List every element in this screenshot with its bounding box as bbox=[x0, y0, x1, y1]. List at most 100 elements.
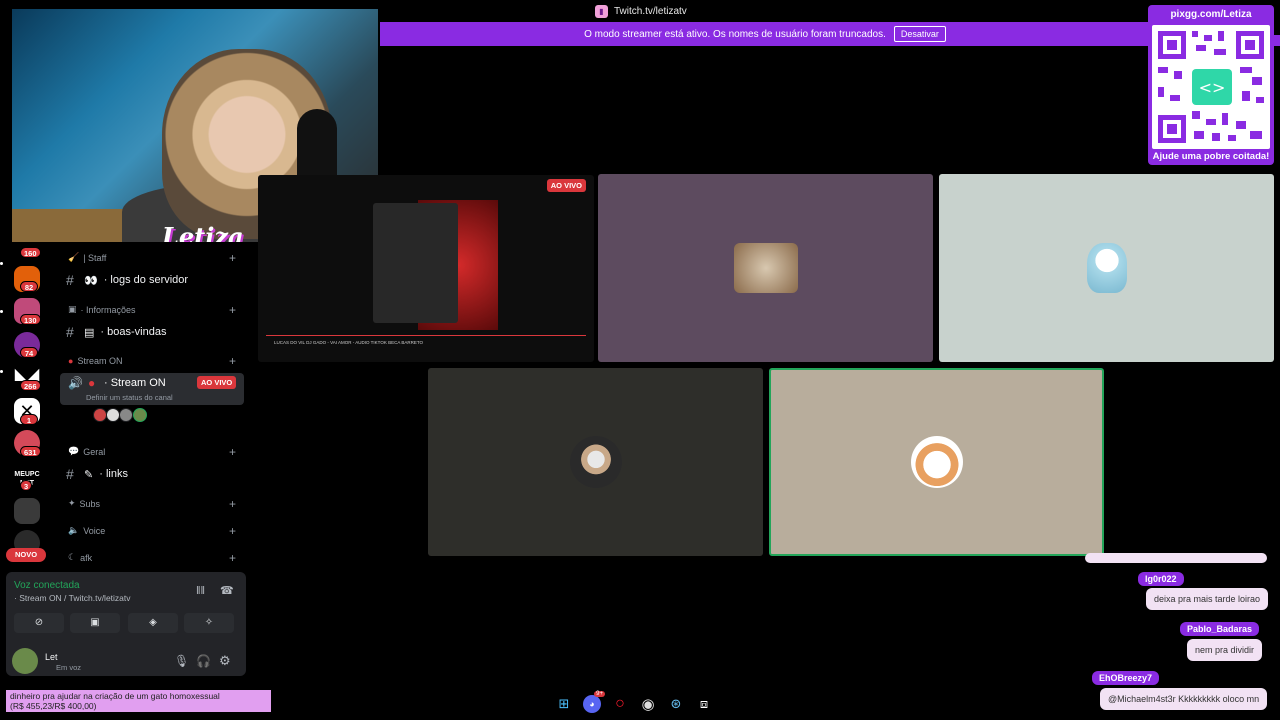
username: Let bbox=[45, 652, 58, 662]
chat-message: @Michaelm4st3r Kkkkkkkkk oloco mn bbox=[1100, 688, 1268, 710]
qr-code: <> bbox=[1152, 25, 1270, 149]
add-channel-icon[interactable]: + bbox=[229, 497, 236, 511]
chat-username: lg0r022 bbox=[1138, 572, 1184, 586]
windows-icon[interactable]: ⊞ bbox=[555, 695, 573, 713]
letiza-logo: Letiza bbox=[162, 222, 244, 242]
steam-icon[interactable]: ⊛ bbox=[667, 695, 685, 713]
video-title: LUCAS DO VIL DJ GADO - VAI AMOR - AUDIO … bbox=[274, 340, 424, 345]
add-channel-icon[interactable]: + bbox=[229, 303, 236, 317]
info-icon: ▣ bbox=[68, 304, 77, 314]
chat-message: deixa pra mais tarde loirao bbox=[1146, 588, 1269, 610]
obs-icon[interactable]: ◉ bbox=[639, 695, 657, 713]
voice-connected-status[interactable]: Voz conectada bbox=[14, 580, 80, 591]
qr-title: pixgg.com/Letiza bbox=[1170, 9, 1252, 20]
server-badge: 82 bbox=[20, 281, 38, 292]
broom-icon: 🧹 bbox=[68, 252, 80, 262]
live-badge: AO VIVO bbox=[197, 376, 237, 389]
chat-username: EhOBreezy7 bbox=[1092, 671, 1160, 685]
headphones-icon[interactable]: 🎧 bbox=[196, 654, 211, 668]
effects-button[interactable]: ✧ bbox=[184, 613, 234, 633]
streamer-mode-banner: O modo streamer está ativo. Os nomes de … bbox=[380, 22, 1150, 46]
add-channel-icon[interactable]: + bbox=[229, 524, 236, 538]
qr-donation-panel: pixgg.com/Letiza <> Ajude uma pobre coit… bbox=[1148, 5, 1274, 165]
chat-username: Pablo_Badaras bbox=[1180, 622, 1260, 636]
participant-tile-speaking[interactable] bbox=[769, 368, 1104, 556]
participant-tile[interactable] bbox=[939, 174, 1274, 362]
cardboard-box bbox=[12, 209, 132, 242]
participant-avatar bbox=[733, 243, 798, 293]
capcut-icon[interactable]: ⧈ bbox=[695, 695, 713, 713]
category-general[interactable]: 💬 Geral + bbox=[68, 445, 240, 459]
video-progress-bar bbox=[266, 335, 586, 336]
hash-icon: # bbox=[66, 466, 74, 482]
context-menu bbox=[373, 203, 458, 323]
add-channel-icon[interactable]: + bbox=[229, 551, 236, 565]
live-badge: AO VIVO bbox=[546, 179, 586, 192]
participant-avatar bbox=[1086, 243, 1127, 293]
unread-dot bbox=[0, 262, 3, 265]
donation-goal-title: dinheiro pra ajudar na criação de um gat… bbox=[10, 691, 220, 701]
opera-icon[interactable]: ○ bbox=[611, 695, 629, 713]
svg-text:<>: <> bbox=[1199, 78, 1226, 97]
voice-user-avatar[interactable] bbox=[119, 408, 133, 422]
category-voice[interactable]: 🔈 Voice + bbox=[68, 524, 240, 538]
participant-tile[interactable] bbox=[428, 368, 763, 556]
soundboard-icon[interactable]: ‖‖ bbox=[196, 585, 205, 597]
add-channel-icon[interactable]: + bbox=[229, 354, 236, 368]
voice-user-avatar[interactable] bbox=[93, 408, 107, 422]
screen-share-tile[interactable]: AO VIVO LUCAS DO VIL DJ GADO - VAI AMOR … bbox=[258, 175, 594, 362]
server-icon-dark[interactable] bbox=[14, 498, 40, 524]
channel-welcome[interactable]: # ▤ · boas-vindas bbox=[66, 324, 242, 340]
red-circle-icon: ● bbox=[68, 356, 74, 366]
category-stream[interactable]: ● Stream ON + bbox=[68, 354, 240, 368]
chat-message: nem pra dividir bbox=[1187, 639, 1263, 661]
settings-gear-icon[interactable]: ⚙ bbox=[219, 653, 231, 669]
voice-user-avatar[interactable] bbox=[106, 408, 120, 422]
discord-icon[interactable]: ◕ 9+ bbox=[583, 691, 605, 713]
category-afk[interactable]: ☾ afk + bbox=[68, 551, 240, 565]
voice-connection-panel: Voz conectada · Stream ON / Twitch.tv/le… bbox=[6, 572, 246, 676]
activities-button[interactable]: ◈ bbox=[128, 613, 178, 633]
unread-dot bbox=[0, 310, 3, 313]
channel-list: 🧹 | Staff + # 👀 · logs do servidor ▣ · Inform… bbox=[60, 248, 248, 568]
user-avatar[interactable] bbox=[12, 648, 38, 674]
twitch-icon: ▮ bbox=[595, 4, 608, 18]
voice-location[interactable]: · Stream ON / Twitch.tv/letizatv bbox=[14, 593, 131, 603]
server-badge: 3 bbox=[20, 480, 33, 491]
twitch-url: Twitch.tv/letizatv bbox=[614, 5, 687, 17]
voice-user-avatar[interactable] bbox=[133, 408, 147, 422]
red-circle-icon: ● bbox=[88, 376, 96, 390]
disable-streamer-mode-button[interactable]: Desativar bbox=[893, 26, 946, 42]
user-status: Em voz bbox=[56, 663, 82, 672]
server-badge: 266 bbox=[20, 380, 41, 391]
disconnect-icon[interactable]: ☎ bbox=[220, 584, 234, 597]
donation-goal: dinheiro pra ajudar na criação de um gat… bbox=[6, 690, 271, 712]
category-subs[interactable]: ✦ Subs + bbox=[68, 497, 240, 511]
chat-message-partial bbox=[1085, 553, 1267, 563]
streamer-mode-message: O modo streamer está ativo. Os nomes de … bbox=[584, 28, 886, 40]
twitch-url-bar: ▮ Twitch.tv/letizatv bbox=[595, 3, 687, 19]
speaker-icon: 🔊 bbox=[68, 376, 83, 390]
camera-off-button[interactable]: ⊘ bbox=[14, 613, 64, 633]
participant-tile[interactable] bbox=[598, 174, 933, 362]
category-info[interactable]: ▣ · Informações + bbox=[68, 303, 240, 317]
party-icon: ▤ bbox=[84, 326, 95, 339]
add-channel-icon[interactable]: + bbox=[229, 251, 236, 265]
pin-icon: ✎ bbox=[84, 468, 94, 481]
server-rail: 160 82 130 74 ◣◢ 266 ✕ 1 631 MEUPC NET 3 bbox=[0, 240, 52, 570]
hash-icon: # bbox=[66, 324, 74, 340]
star-icon: ✦ bbox=[68, 498, 76, 508]
server-badge: 160 bbox=[20, 247, 41, 258]
server-badge: 1 bbox=[20, 414, 38, 425]
add-channel-icon[interactable]: + bbox=[229, 445, 236, 459]
speaker-icon: 🔈 bbox=[68, 525, 80, 535]
donation-goal-amount: (R$ 455,23/R$ 400,00) bbox=[10, 701, 97, 711]
screen-share-button[interactable]: ▣ bbox=[70, 613, 120, 633]
qr-footer: Ajude uma pobre coitada! bbox=[1152, 151, 1270, 162]
channel-status[interactable]: Definir um status do canal bbox=[86, 393, 173, 402]
channel-links[interactable]: # ✎ · links bbox=[66, 466, 242, 482]
server-badge: 74 bbox=[20, 347, 38, 358]
mic-icon[interactable]: 🎙 bbox=[174, 654, 189, 668]
category-staff[interactable]: 🧹 | Staff + bbox=[68, 251, 240, 265]
channel-logs[interactable]: # 👀 · logs do servidor bbox=[66, 272, 242, 288]
